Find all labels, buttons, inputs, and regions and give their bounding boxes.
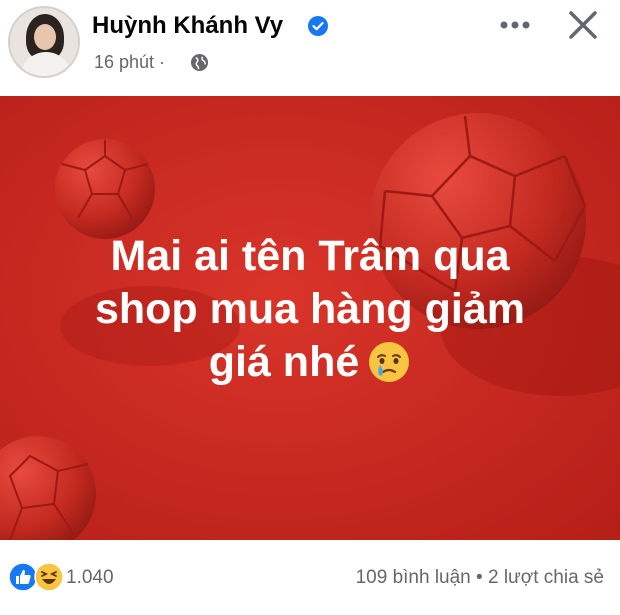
post-image-text: Mai ai tên Trâm qua shop mua hàng giảm g… (0, 230, 620, 389)
post-header: Huỳnh Khánh Vy 16 phút · (0, 0, 620, 96)
reaction-count[interactable]: 1.040 (66, 567, 114, 589)
text-line-3: giá nhé (0, 336, 620, 389)
text-line-2: shop mua hàng giảm (94, 285, 526, 333)
post-stats: 109 bình luận • 2 lượt chia sẻ (356, 567, 604, 589)
crying-face-emoji (369, 342, 410, 382)
close-icon[interactable] (566, 8, 600, 42)
avatar-body (20, 52, 72, 76)
avatar-face (34, 24, 56, 50)
text-line-1: Mai ai tên Trâm qua (110, 232, 510, 280)
text-line-3-label: giá nhé (208, 338, 360, 386)
shares-count[interactable]: 2 lượt chia sẻ (488, 567, 604, 588)
post-image[interactable]: Mai ai tên Trâm qua shop mua hàng giảm g… (0, 96, 620, 540)
soccer-ball-top-left (55, 139, 155, 239)
verified-badge-icon (308, 16, 328, 36)
post-timestamp[interactable]: 16 phút · (94, 52, 165, 73)
haha-reaction-icon (34, 562, 64, 592)
author-name[interactable]: Huỳnh Khánh Vy (92, 12, 283, 40)
stats-separator: • (470, 567, 488, 588)
avatar[interactable] (8, 6, 80, 78)
more-options-icon[interactable] (498, 10, 532, 40)
post-footer: 1.040 109 bình luận • 2 lượt chia sẻ (0, 540, 620, 615)
globe-icon[interactable] (190, 53, 209, 72)
comments-count[interactable]: 109 bình luận (356, 567, 471, 588)
